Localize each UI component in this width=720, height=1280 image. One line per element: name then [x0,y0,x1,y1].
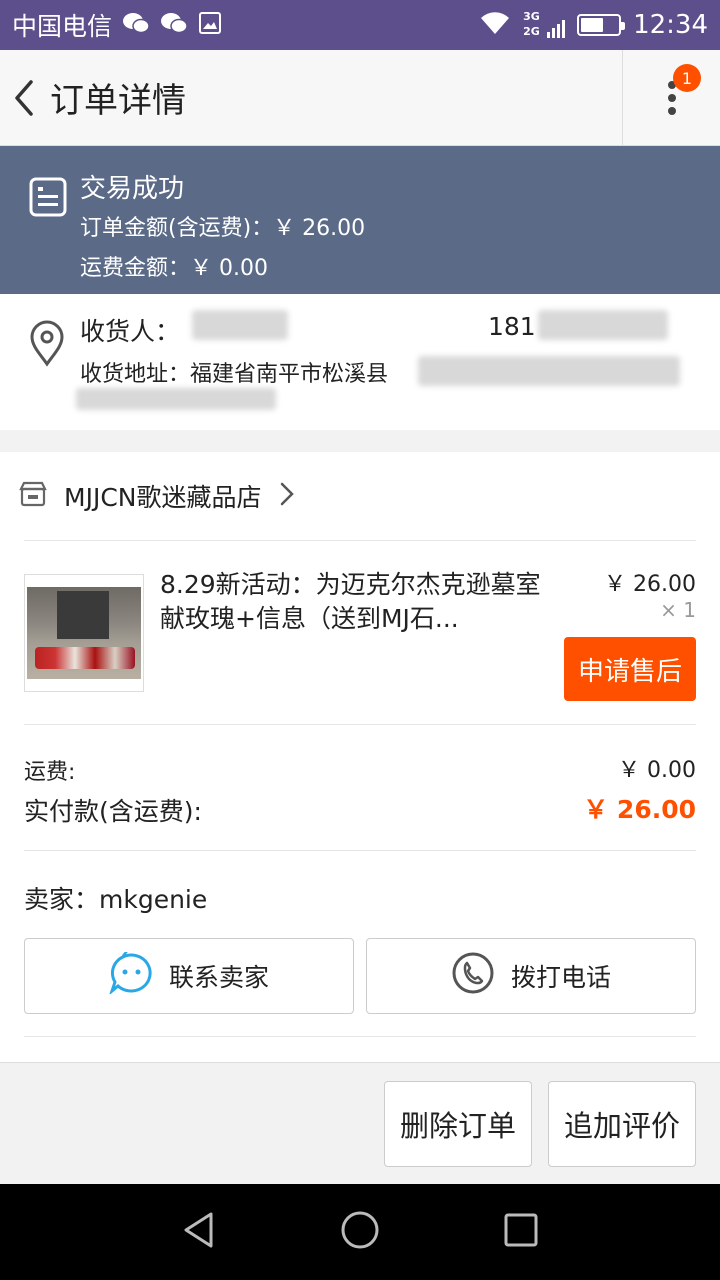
cellular-signal-icon: 3G 2G [523,8,566,42]
receiver-phone: 181 [488,312,536,341]
app-bar: 订单详情 1 [0,50,720,146]
contact-seller-button[interactable]: 联系卖家 [24,938,354,1014]
product-thumbnail[interactable] [24,574,144,692]
wifi-icon [479,10,511,40]
more-icon [667,81,676,115]
product-quantity: × 1 [660,598,696,622]
wechat-icon [122,11,150,39]
store-link[interactable]: MJJCN歌迷藏品店 [0,452,720,540]
shipping-total-text: 运费金额：￥ 0.00 [80,256,268,281]
chevron-right-icon [279,481,295,511]
more-menu-button[interactable]: 1 [622,50,720,146]
divider [24,540,696,541]
divider [24,850,696,851]
chevron-left-icon [15,79,33,116]
add-review-button[interactable]: 追加评价 [548,1081,696,1167]
product-title[interactable]: 8.29新活动：为迈克尔杰克逊墓室献玫瑰+信息（送到MJ石... [160,568,560,636]
redacted-address [418,356,680,386]
seller-name: 卖家：mkgenie [24,885,208,914]
status-bar: 中国电信 3G 2G 12:34 [0,0,720,50]
image-icon [198,11,222,39]
location-pin-icon [28,320,66,372]
home-circle-icon[interactable] [340,1210,380,1254]
phone-icon [451,951,495,1001]
call-seller-label: 拨打电话 [510,963,611,992]
order-status-banner: 交易成功 订单金额(含运费)：￥ 26.00 运费金额：￥ 0.00 [0,146,720,294]
recents-square-icon[interactable] [503,1212,539,1252]
system-navigation-bar [0,1184,720,1280]
address-text: 收货地址：福建省南平市松溪县 [80,362,389,387]
divider [24,1036,696,1037]
page-title: 订单详情 [50,81,186,121]
clock: 12:34 [633,10,708,40]
redacted-phone [538,310,668,340]
back-triangle-icon[interactable] [181,1210,217,1254]
battery-icon [577,14,626,36]
call-seller-button[interactable]: 拨打电话 [366,938,696,1014]
contact-seller-label: 联系卖家 [168,963,269,992]
order-document-icon [28,176,68,222]
store-icon [18,480,48,512]
amount-paid-value: ￥ 26.00 [583,795,696,824]
amount-paid-label: 实付款(含运费): [24,797,202,826]
redacted-name [192,310,288,340]
product-price: ￥ 26.00 [604,572,696,597]
chat-bubble-icon [108,950,153,1000]
order-status-text: 交易成功 [80,174,185,204]
shipping-fee-label: 运费: [24,760,76,785]
redacted-address [76,388,276,410]
carrier-name: 中国电信 [12,12,113,41]
order-item-card: MJJCN歌迷藏品店 8.29新活动：为迈克尔杰克逊墓室献玫瑰+信息（送到MJ石… [0,452,720,1062]
store-name: MJJCN歌迷藏品店 [64,483,262,512]
order-total-text: 订单金额(含运费)：￥ 26.00 [80,216,366,241]
order-action-bar: 删除订单 追加评价 [0,1062,720,1184]
shipping-address-section: 收货人： 181 收货地址：福建省南平市松溪县 [0,294,720,430]
notification-badge: 1 [673,64,701,92]
wechat-icon [160,11,188,39]
back-button[interactable] [0,50,48,146]
delete-order-button[interactable]: 删除订单 [384,1081,532,1167]
after-sale-button[interactable]: 申请售后 [564,637,696,701]
network-2g-label: 2G [523,25,540,38]
network-3g-label: 3G [523,10,540,23]
shipping-fee-value: ￥ 0.00 [618,758,696,783]
divider [24,724,696,725]
receiver-label: 收货人： [80,317,181,346]
